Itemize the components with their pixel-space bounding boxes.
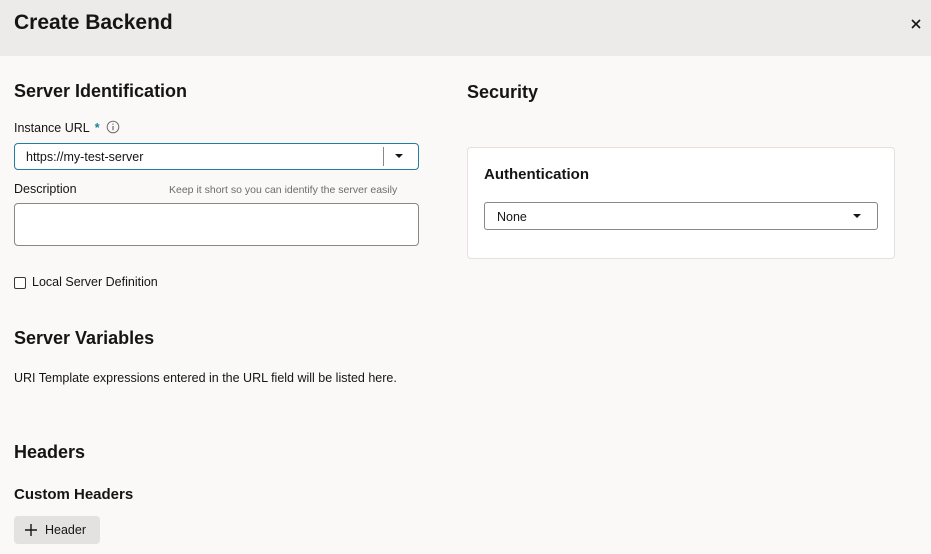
caret-down-icon xyxy=(853,214,861,218)
local-server-checkbox[interactable] xyxy=(14,277,26,289)
custom-headers-title: Custom Headers xyxy=(14,486,134,503)
description-hint: Keep it short so you can identify the se… xyxy=(169,184,398,196)
description-label: Description xyxy=(14,182,77,196)
caret-down-icon[interactable] xyxy=(394,153,404,159)
server-variables-text: URI Template expressions entered in the … xyxy=(14,371,397,385)
close-button[interactable] xyxy=(905,13,927,35)
authentication-title: Authentication xyxy=(484,166,589,183)
security-title: Security xyxy=(467,82,539,102)
local-server-label[interactable]: Local Server Definition xyxy=(32,275,158,289)
authentication-select[interactable]: None xyxy=(484,202,878,230)
server-variables-title: Server Variables xyxy=(14,328,155,348)
authentication-value: None xyxy=(497,210,527,224)
add-header-label: Header xyxy=(45,523,86,537)
instance-url-label-text: Instance URL xyxy=(14,121,90,135)
combobox-divider xyxy=(383,147,384,166)
plus-icon xyxy=(25,524,37,536)
instance-url-combobox[interactable]: https://my-test-server xyxy=(14,143,419,170)
dialog-header: Create Backend xyxy=(0,0,931,56)
info-icon[interactable] xyxy=(106,120,120,134)
instance-url-label: Instance URL * xyxy=(14,121,100,135)
headers-title: Headers xyxy=(14,442,86,462)
dialog-title: Create Backend xyxy=(14,11,173,34)
required-indicator: * xyxy=(94,121,100,135)
add-header-button[interactable]: Header xyxy=(14,516,100,544)
server-identification-title: Server Identification xyxy=(14,81,188,101)
description-textarea[interactable] xyxy=(14,203,419,246)
close-icon xyxy=(911,19,921,29)
instance-url-input[interactable]: https://my-test-server xyxy=(26,150,143,164)
